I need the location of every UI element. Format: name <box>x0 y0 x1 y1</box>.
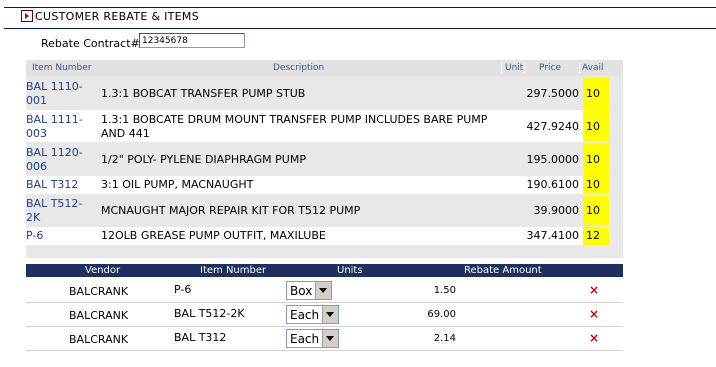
item-description: 12OLB GREASE PUMP OUTFIT, MAXILUBE <box>101 229 326 242</box>
rebate-contract-input[interactable] <box>139 33 245 48</box>
col-description: Description <box>273 63 325 73</box>
col-price: Price <box>524 63 561 73</box>
rebate-amount: 2.14 <box>433 333 456 344</box>
item-number-link[interactable]: BAL T312 <box>26 178 86 192</box>
item-price: 347.4100 <box>526 229 580 242</box>
units-select-value: Each <box>290 332 320 346</box>
dropdown-arrow-icon[interactable] <box>315 282 332 299</box>
items-table: Item Number Description Unit Price Avail… <box>26 60 623 258</box>
section-title: CUSTOMER REBATE & ITEMS <box>35 10 200 23</box>
units-select[interactable]: Each <box>286 329 340 348</box>
item-number-link[interactable]: BAL 1120-006 <box>26 146 86 174</box>
col-vendor: Vendor <box>85 265 121 276</box>
collapse-toggle-button[interactable] <box>21 10 33 22</box>
vendor-name: BALCRANK <box>69 309 129 322</box>
vendor-name: BALCRANK <box>69 333 129 346</box>
table-row: BAL T312 3:1 OIL PUMP, MACNAUGHT 190.610… <box>26 176 609 194</box>
delete-icon[interactable]: × <box>589 283 599 297</box>
col-unit: Unit <box>501 63 523 73</box>
col-avail: Avail <box>579 63 603 73</box>
item-avail: 12 <box>583 227 609 245</box>
item-avail: 10 <box>583 143 609 175</box>
item-price: 195.0000 <box>526 153 580 166</box>
section-header: CUSTOMER REBATE & ITEMS <box>4 7 716 29</box>
table-row: BALCRANK BAL T312 Each 2.14 × <box>26 326 623 351</box>
item-number-link[interactable]: BAL 1111-003 <box>26 113 86 141</box>
rebate-amount: 69.00 <box>427 309 456 320</box>
rebate-contract-label: Rebate Contract# <box>41 37 140 50</box>
vendor-name: BALCRANK <box>69 285 129 298</box>
item-description: 3:1 OIL PUMP, MACNAUGHT <box>101 178 254 191</box>
table-row: BALCRANK BAL T512-2K Each 69.00 × <box>26 302 623 327</box>
item-price: 190.6100 <box>526 178 580 191</box>
item-avail: 10 <box>583 176 609 194</box>
item-avail: 10 <box>583 77 609 109</box>
col-units: Units <box>337 265 363 276</box>
item-avail: 10 <box>583 110 609 142</box>
item-price: 297.5000 <box>526 87 580 100</box>
units-select-value: Each <box>290 308 320 322</box>
delete-icon[interactable]: × <box>589 307 599 321</box>
expand-arrow-icon <box>25 13 29 19</box>
col-item-number: Item Number <box>32 63 92 73</box>
table-row: BAL 1120-006 1/2" POLY- PYLENE DIAPHRAGM… <box>26 143 609 175</box>
dropdown-arrow-icon[interactable] <box>322 306 339 323</box>
units-select[interactable]: Box <box>286 281 333 300</box>
item-price: 39.9000 <box>533 204 580 217</box>
table-row: BAL 1110-001 1.3:1 BOBCAT TRANSFER PUMP … <box>26 77 609 109</box>
vendor-item-number: BAL T312 <box>174 331 227 344</box>
item-description: 1.3:1 BOBCATE DRUM MOUNT TRANSFER PUMP I… <box>101 113 488 140</box>
rebate-amount: 1.50 <box>433 285 456 296</box>
header-top-rule <box>4 7 716 8</box>
units-select-value: Box <box>290 284 313 298</box>
table-row: P-6 12OLB GREASE PUMP OUTFIT, MAXILUBE 3… <box>26 227 609 245</box>
vendor-item-number: BAL T512-2K <box>174 307 245 320</box>
item-description: MCNAUGHT MAJOR REPAIR KIT FOR T512 PUMP <box>101 204 361 217</box>
item-number-link[interactable]: BAL 1110-001 <box>26 80 86 108</box>
table-row: BAL T512-2K MCNAUGHT MAJOR REPAIR KIT FO… <box>26 195 609 226</box>
units-select[interactable]: Each <box>286 305 340 324</box>
item-avail: 10 <box>583 195 609 226</box>
table-row: BAL 1111-003 1.3:1 BOBCATE DRUM MOUNT TR… <box>26 110 609 142</box>
col-item-number: Item Number <box>200 265 267 276</box>
item-description: 1/2" POLY- PYLENE DIAPHRAGM PUMP <box>101 153 306 166</box>
item-number-link[interactable]: P-6 <box>26 229 86 243</box>
col-rebate-amount: Rebate Amount <box>464 265 542 276</box>
item-number-link[interactable]: BAL T512-2K <box>26 197 86 225</box>
header-bottom-rule <box>4 28 716 29</box>
items-table-header: Item Number Description Unit Price Avail <box>26 60 623 76</box>
vendor-item-number: P-6 <box>174 283 192 296</box>
item-price: 427.9240 <box>526 120 580 133</box>
delete-icon[interactable]: × <box>589 331 599 345</box>
table-row: BALCRANK P-6 Box 1.50 × <box>26 278 623 303</box>
dropdown-arrow-icon[interactable] <box>322 330 339 347</box>
vendor-table-header: Vendor Item Number Units Rebate Amount <box>26 264 623 277</box>
item-description: 1.3:1 BOBCAT TRANSFER PUMP STUB <box>101 87 306 100</box>
